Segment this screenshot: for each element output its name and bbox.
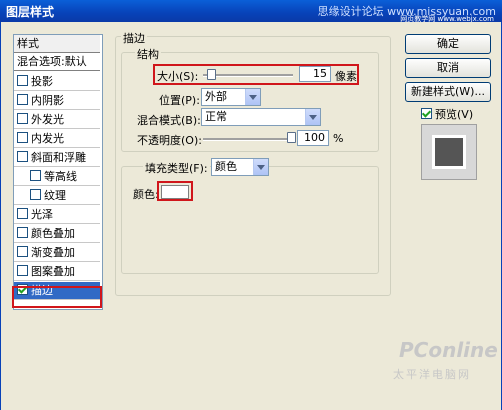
stroke-group-title: 描边 [121, 30, 147, 46]
style-item-label: 内阴影 [31, 94, 64, 107]
opacity-input[interactable]: 100 [297, 130, 329, 146]
highlight-size-row [153, 64, 359, 85]
style-item-texture[interactable]: 纹理 [14, 187, 100, 205]
preview-toggle[interactable]: 预览(V) [421, 106, 473, 122]
highlight-color-swatch [157, 181, 193, 201]
style-item-label: 图案叠加 [31, 265, 75, 278]
title-bar: 图层样式 思缘设计论坛 www.missyuan.com 网页教学网 www.w… [0, 0, 502, 23]
color-label: 颜色: [133, 188, 159, 201]
style-item-label: 渐变叠加 [31, 246, 75, 259]
chevron-down-icon[interactable] [245, 89, 260, 105]
style-list-header: 样式 [14, 35, 100, 53]
style-item-label: 内发光 [31, 132, 64, 145]
cancel-button[interactable]: 取消 [405, 58, 491, 78]
style-item-gradient-overlay[interactable]: 渐变叠加 [14, 244, 100, 262]
fill-type-select[interactable]: 颜色 [211, 158, 269, 176]
preview-label: 预览(V) [435, 108, 474, 121]
chevron-down-icon[interactable] [305, 109, 320, 125]
style-item-label: 外发光 [31, 113, 64, 126]
checkbox-icon[interactable] [17, 265, 28, 276]
blend-mode-label: 混合模式(B): [137, 114, 201, 127]
style-preview-thumbnail [421, 124, 477, 180]
fill-type-label: 填充类型(F): [143, 160, 210, 176]
style-item-inner-glow[interactable]: 内发光 [14, 130, 100, 148]
chevron-down-icon[interactable] [253, 159, 268, 175]
style-item-pattern-overlay[interactable]: 图案叠加 [14, 263, 100, 281]
pconline-watermark: PConline [399, 338, 498, 362]
style-item-label: 等高线 [44, 170, 77, 183]
style-list: 样式 混合选项:默认 投影 内阴影 外发光 内发光 斜面和浮雕 等高线 纹理 光… [13, 34, 103, 310]
style-item-label: 斜面和浮雕 [31, 151, 86, 164]
opacity-slider-thumb[interactable] [287, 132, 296, 143]
dialog-client: 样式 混合选项:默认 投影 内阴影 外发光 内发光 斜面和浮雕 等高线 纹理 光… [0, 22, 502, 410]
style-item-satin[interactable]: 光泽 [14, 206, 100, 224]
checkbox-icon[interactable] [17, 227, 28, 238]
style-item-outer-glow[interactable]: 外发光 [14, 111, 100, 129]
checkbox-icon[interactable] [17, 113, 28, 124]
new-style-button[interactable]: 新建样式(W)... [405, 82, 491, 102]
opacity-unit: % [333, 132, 344, 145]
checkbox-icon[interactable] [30, 170, 41, 181]
checkbox-icon[interactable] [17, 246, 28, 257]
style-item-drop-shadow[interactable]: 投影 [14, 73, 100, 91]
position-label: 位置(P): [159, 94, 200, 107]
structure-group-title: 结构 [135, 46, 161, 62]
style-item-color-overlay[interactable]: 颜色叠加 [14, 225, 100, 243]
style-item-label: 投影 [31, 75, 53, 88]
checkbox-icon[interactable] [30, 189, 41, 200]
opacity-slider-track[interactable] [203, 138, 293, 141]
blend-mode-select[interactable]: 正常 [201, 108, 321, 126]
window-title: 图层样式 [6, 5, 55, 19]
style-item-bevel-emboss[interactable]: 斜面和浮雕 [14, 149, 100, 167]
style-item-label: 光泽 [31, 208, 53, 221]
blend-options-item[interactable]: 混合选项:默认 [14, 53, 100, 71]
checkbox-icon[interactable] [17, 75, 28, 86]
preview-checkbox-icon[interactable] [421, 108, 432, 119]
ok-button[interactable]: 确定 [405, 34, 491, 54]
highlight-stroke-item [12, 286, 102, 308]
checkbox-icon[interactable] [17, 208, 28, 219]
fill-type-select-value: 颜色 [215, 160, 237, 173]
style-item-label: 颜色叠加 [31, 227, 75, 240]
preview-swatch [432, 135, 466, 169]
blend-mode-select-value: 正常 [205, 110, 227, 123]
style-item-inner-shadow[interactable]: 内阴影 [14, 92, 100, 110]
checkbox-icon[interactable] [17, 132, 28, 143]
checkbox-icon[interactable] [17, 94, 28, 105]
style-item-contour[interactable]: 等高线 [14, 168, 100, 186]
position-select-value: 外部 [205, 90, 227, 103]
opacity-label: 不透明度(O): [137, 134, 202, 147]
style-item-label: 纹理 [44, 189, 66, 202]
checkbox-icon[interactable] [17, 151, 28, 162]
pconline-watermark-sub: 太平洋电脑网 [393, 368, 471, 381]
position-select[interactable]: 外部 [201, 88, 261, 106]
